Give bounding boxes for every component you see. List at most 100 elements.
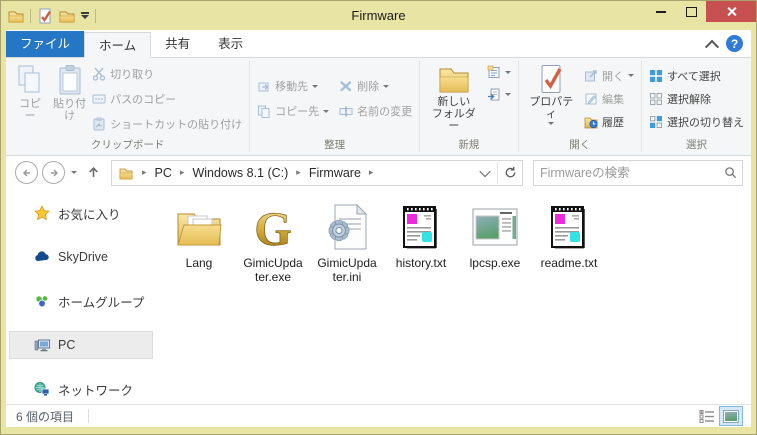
help-button[interactable]: ? xyxy=(726,35,743,52)
pencil-icon xyxy=(584,92,598,106)
copy-button[interactable]: コピー xyxy=(11,61,49,136)
qat-new-folder-icon[interactable] xyxy=(59,8,75,24)
copy-to-button[interactable]: コピー先 xyxy=(255,102,331,120)
address-dropdown-button[interactable] xyxy=(473,162,497,184)
star-icon xyxy=(34,205,50,221)
qat-customize-dropdown-icon[interactable] xyxy=(81,12,89,19)
minimize-ribbon-button[interactable] xyxy=(700,32,724,56)
search-box xyxy=(533,160,743,186)
move-to-button[interactable]: 移動先 xyxy=(255,77,331,95)
sidebar-item-network[interactable]: ネットワーク xyxy=(9,375,153,403)
sidebar-item-label: ホームグループ xyxy=(58,292,144,311)
scissors-icon xyxy=(92,67,106,81)
delete-button[interactable]: 削除 xyxy=(337,77,414,95)
file-item-readme-txt[interactable]: readme.txt xyxy=(532,201,606,270)
item-count: 6 個の項目 xyxy=(16,408,74,425)
copy-path-button[interactable]: パスのコピー xyxy=(90,90,244,108)
gimic-logo-icon: G xyxy=(249,201,297,253)
history-icon xyxy=(584,115,598,129)
search-button[interactable] xyxy=(718,162,742,184)
tab-file[interactable]: ファイル xyxy=(6,31,84,57)
breadcrumb-firmware[interactable]: Firmware xyxy=(307,166,363,180)
file-item-gimicupdater-exe[interactable]: G GimicUpdater.exe xyxy=(236,201,310,284)
properties-button[interactable]: プロパティ xyxy=(524,61,579,136)
sidebar-item-skydrive[interactable]: SkyDrive xyxy=(9,243,153,271)
new-item-button[interactable] xyxy=(485,64,513,80)
ribbon-group-clipboard: コピー 貼り付け 切り取り xyxy=(6,58,249,155)
move-to-icon xyxy=(257,79,271,93)
paste-button[interactable]: 貼り付け xyxy=(49,61,90,136)
tab-share[interactable]: 共有 xyxy=(151,31,204,57)
organize-group-label: 整理 xyxy=(252,136,417,155)
breadcrumb-separator-icon: ▸ xyxy=(174,167,191,178)
file-item-lpcsp-exe[interactable]: lpcsp.exe xyxy=(458,201,532,270)
minimize-button[interactable] xyxy=(646,1,676,22)
qat-separator xyxy=(30,9,31,23)
status-bar: 6 個の項目 xyxy=(6,404,751,427)
easy-access-button[interactable] xyxy=(485,86,513,102)
homegroup-icon xyxy=(34,293,50,309)
search-input[interactable] xyxy=(534,166,718,180)
ribbon-tab-strip: ファイル ホーム 共有 表示 ? xyxy=(6,30,751,57)
qat-properties-icon[interactable] xyxy=(37,8,53,24)
system-menu-folder-icon[interactable] xyxy=(8,8,24,24)
file-item-lang[interactable]: Lang xyxy=(162,201,236,270)
copy-to-icon xyxy=(257,104,271,118)
tab-home[interactable]: ホーム xyxy=(84,32,151,58)
sidebar-item-favorites[interactable]: お気に入り xyxy=(9,199,153,227)
refresh-icon xyxy=(504,166,517,179)
sidebar-item-homegroup[interactable]: ホームグループ xyxy=(9,287,153,315)
file-item-gimicupdater-ini[interactable]: GimicUpdater.ini xyxy=(310,201,384,284)
delete-x-icon xyxy=(339,79,353,93)
invert-selection-icon xyxy=(649,115,663,129)
dropdown-icon xyxy=(548,122,554,125)
chevron-down-icon xyxy=(479,165,490,176)
breadcrumb-drive[interactable]: Windows 8.1 (C:) xyxy=(190,166,290,180)
select-none-button[interactable]: 選択解除 xyxy=(647,90,746,108)
recent-locations-dropdown-icon[interactable] xyxy=(71,171,77,174)
file-item-history-txt[interactable]: history.txt xyxy=(384,201,458,270)
select-none-icon xyxy=(649,92,663,106)
paste-icon xyxy=(56,64,84,96)
details-view-button[interactable] xyxy=(695,406,719,426)
refresh-button[interactable] xyxy=(498,162,522,184)
cut-button[interactable]: 切り取り xyxy=(90,65,244,83)
close-button[interactable] xyxy=(706,1,756,22)
select-all-button[interactable]: すべて選択 xyxy=(647,67,746,85)
window-title: Firmware xyxy=(1,8,756,23)
new-item-icon xyxy=(487,65,501,79)
dropdown-icon xyxy=(505,71,511,74)
cloud-icon xyxy=(34,249,50,265)
invert-selection-button[interactable]: 選択の切り替え xyxy=(647,113,746,131)
file-name: history.txt xyxy=(396,256,446,270)
file-list: Lang G GimicUpdater.exe GimicUpdater.ini xyxy=(156,189,751,404)
new-folder-button[interactable]: 新しい フォルダー xyxy=(425,61,483,136)
notepad-file-icon xyxy=(401,201,441,253)
up-button[interactable] xyxy=(83,163,103,183)
forward-button[interactable] xyxy=(42,161,65,184)
open-button[interactable]: 開く xyxy=(582,67,636,85)
explorer-window: Firmware ファイル ホーム 共有 表示 ? xyxy=(0,0,757,435)
breadcrumb-pc[interactable]: PC xyxy=(153,166,174,180)
ribbon: コピー 貼り付け 切り取り xyxy=(6,57,751,156)
status-divider xyxy=(88,409,89,423)
rename-button[interactable]: 名前の変更 xyxy=(337,102,414,120)
large-icons-view-button[interactable] xyxy=(719,406,743,426)
edit-button[interactable]: 編集 xyxy=(582,90,636,108)
sidebar-item-label: お気に入り xyxy=(58,204,121,223)
ribbon-group-new: 新しい フォルダー xyxy=(420,58,518,155)
file-name: lpcsp.exe xyxy=(470,256,521,270)
application-window-icon xyxy=(472,201,518,253)
history-button[interactable]: 履歴 xyxy=(582,113,636,131)
dropdown-icon xyxy=(383,85,389,88)
file-name: GimicUpdater.ini xyxy=(316,256,378,284)
sidebar-item-pc[interactable]: PC xyxy=(9,331,153,359)
paste-shortcut-button[interactable]: ショートカットの貼り付け xyxy=(90,115,244,133)
tab-view[interactable]: 表示 xyxy=(204,31,257,57)
qat-separator xyxy=(95,9,96,23)
title-bar: Firmware xyxy=(1,1,756,30)
maximize-button[interactable] xyxy=(676,1,706,22)
address-bar[interactable]: ▸ PC ▸ Windows 8.1 (C:) ▸ Firmware ▸ xyxy=(111,160,523,186)
back-button[interactable] xyxy=(15,161,38,184)
sidebar-item-label: SkyDrive xyxy=(58,250,108,264)
